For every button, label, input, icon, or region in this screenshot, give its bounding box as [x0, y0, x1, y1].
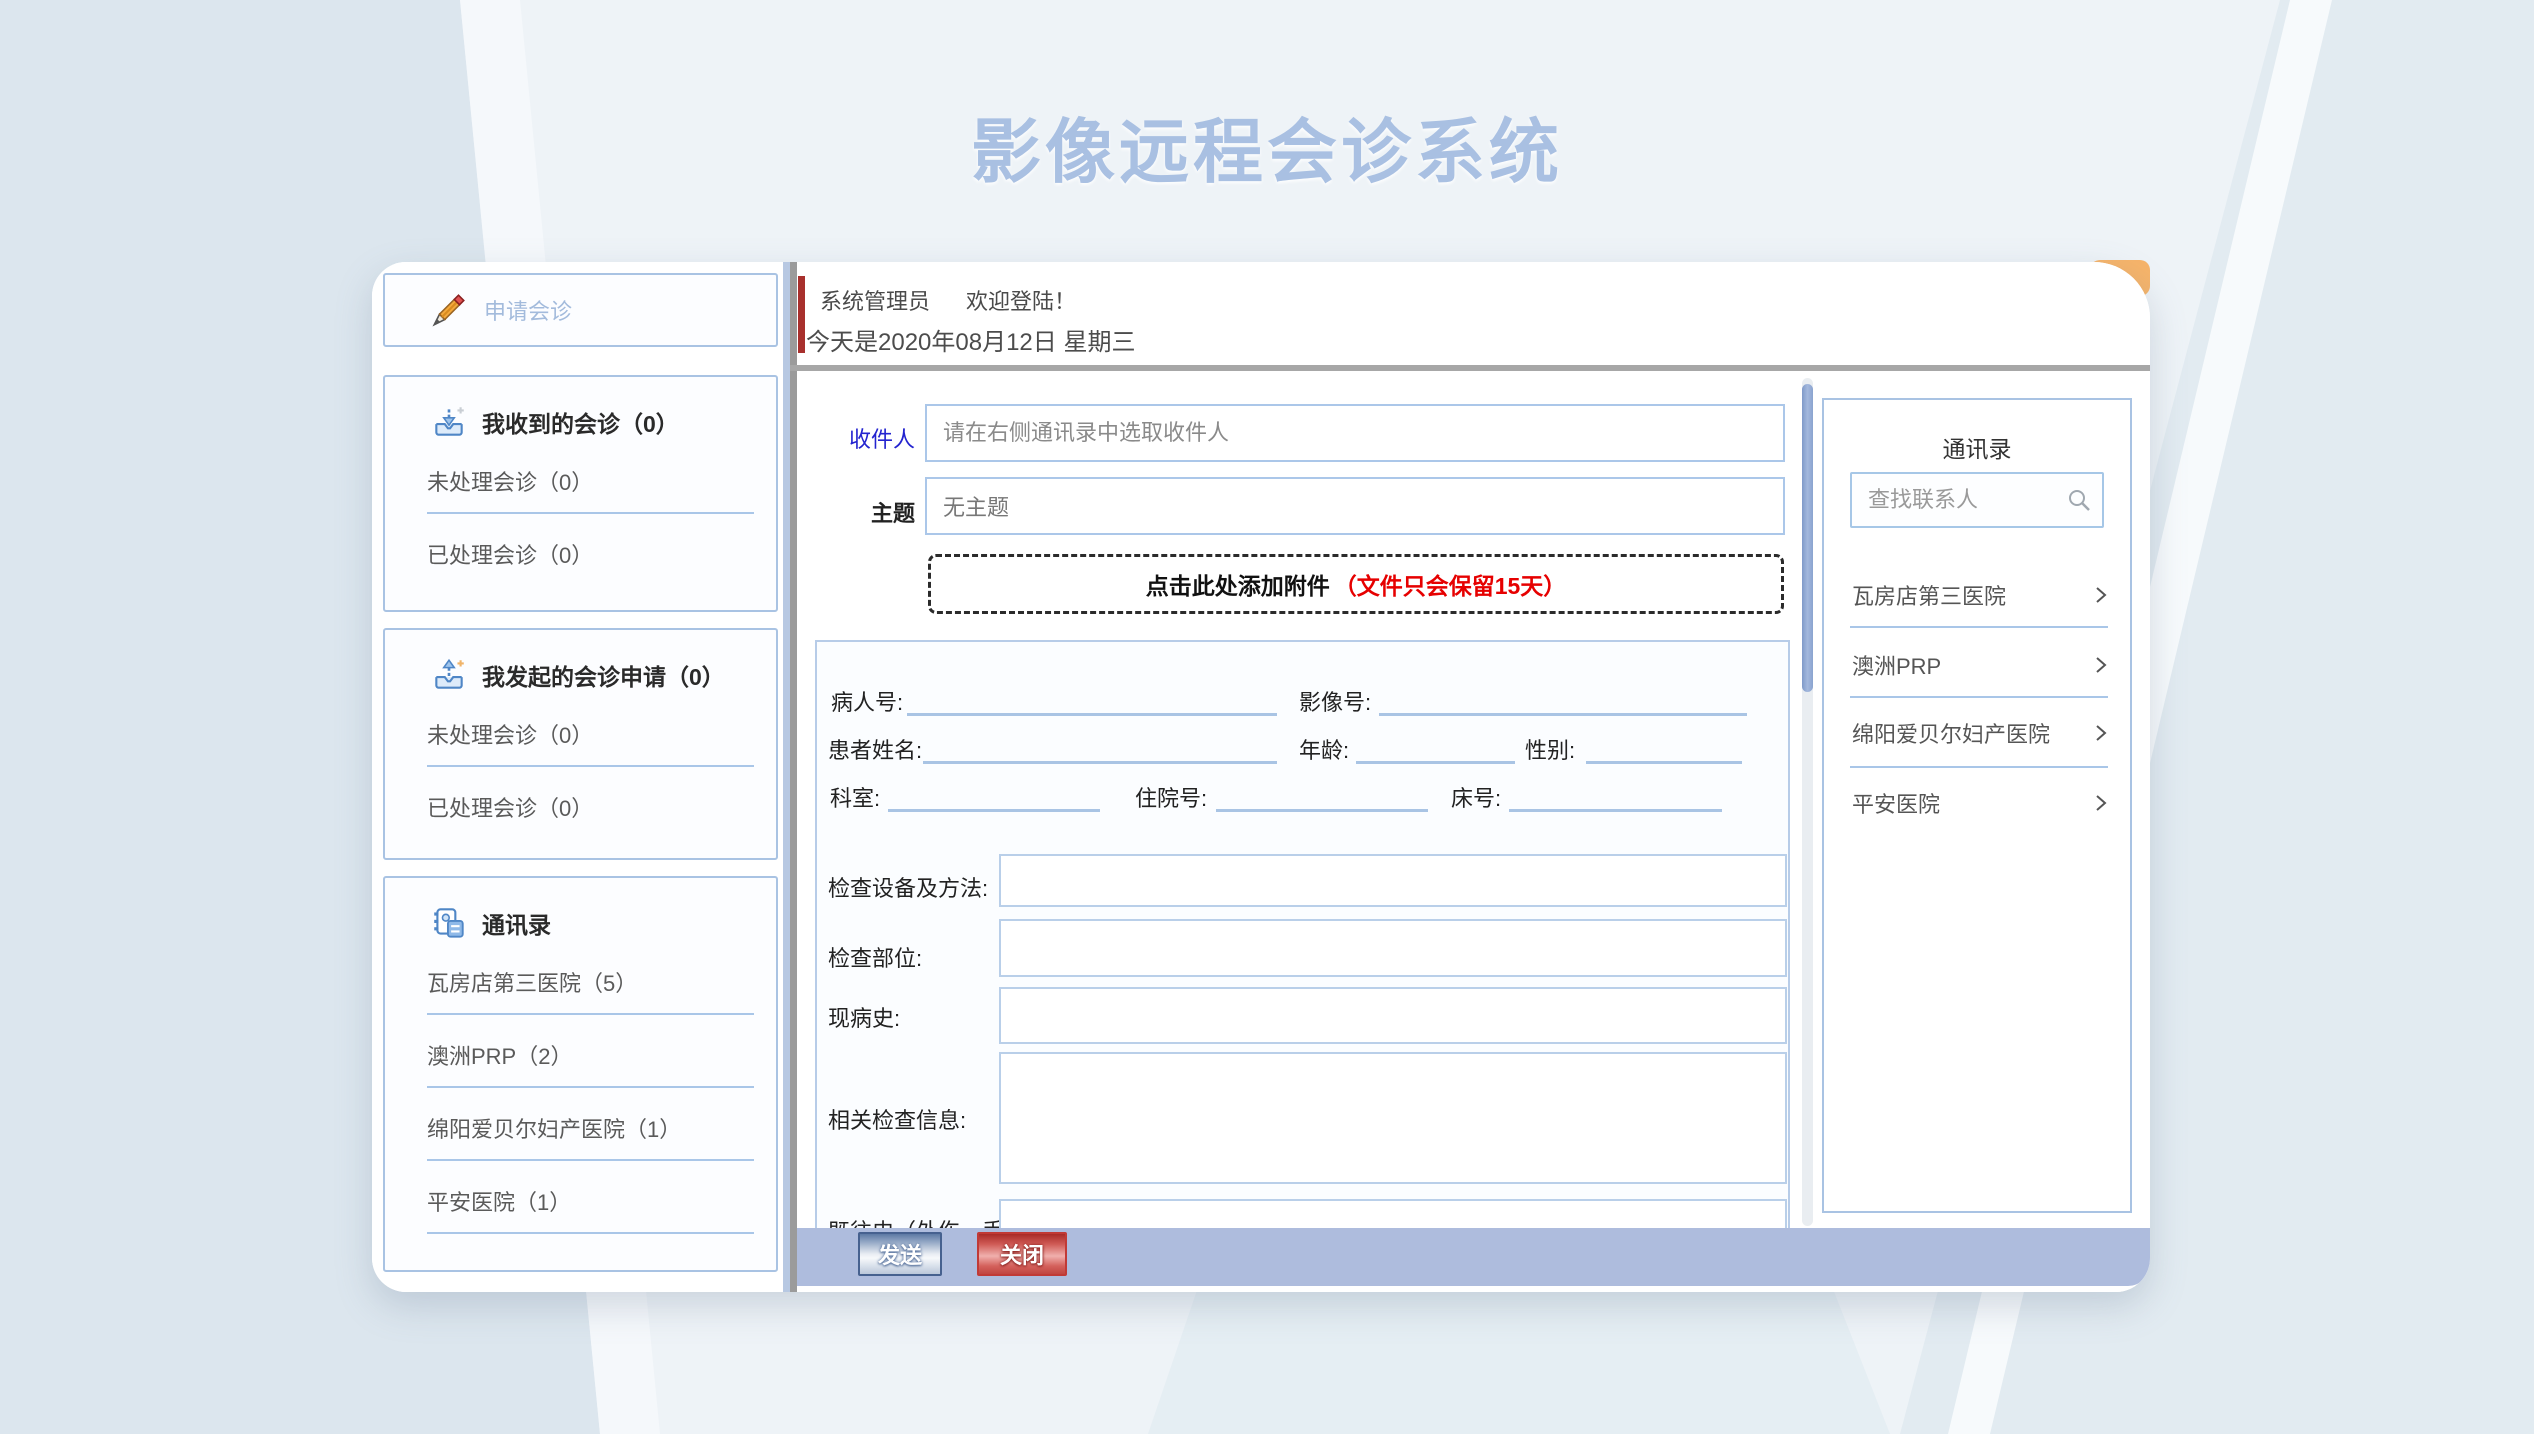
- recipient-input[interactable]: [925, 404, 1785, 462]
- contacts-section: 通讯录 瓦房店第三医院（5） 澳洲PRP（2） 绵阳爱贝尔妇产医院（1） 平安医…: [383, 876, 778, 1272]
- age-input[interactable]: [1356, 729, 1515, 764]
- desktop-background: 影像远程会诊系统 申请会诊: [0, 0, 2534, 1434]
- addressbook-title: 通讯录: [1824, 430, 2130, 464]
- addressbook-panel: 通讯录 瓦房店第三医院 澳洲PRP: [1822, 398, 2132, 1213]
- sidebar-item-apply-consultation[interactable]: 申请会诊: [383, 273, 778, 347]
- divider: [427, 1232, 754, 1234]
- patient-name-input[interactable]: [923, 729, 1277, 764]
- divider: [1850, 766, 2108, 768]
- inbox-download-icon: [430, 403, 468, 441]
- received-consultations-section: 我收到的会诊（0） 未处理会诊（0） 已处理会诊（0）: [383, 375, 778, 612]
- footer-bar: 发送 关闭: [797, 1228, 2150, 1286]
- date-line: 今天是2020年08月12日 星期三: [806, 322, 1135, 357]
- subject-label: 主题: [820, 496, 915, 528]
- search-icon: [2066, 487, 2092, 513]
- divider: [427, 1086, 754, 1088]
- exam-part-label: 检查部位:: [828, 941, 922, 973]
- sidebar-item-contacts[interactable]: 通讯录: [430, 904, 776, 942]
- sidebar-right-edge: [783, 262, 790, 1292]
- sidebar-item-received-consultations[interactable]: 我收到的会诊（0）: [430, 403, 776, 441]
- header-divider: [790, 365, 2150, 371]
- chevron-right-icon: [2094, 585, 2108, 605]
- main-panel: 系统管理员 欢迎登陆！ 今天是2020年08月12日 星期三 收件人 主题 点击此…: [790, 262, 2150, 1292]
- welcome-message: 欢迎登陆！: [966, 289, 1076, 314]
- related-info-textarea[interactable]: [999, 1052, 1787, 1184]
- received-header-label: 我收到的会诊（0）: [482, 405, 679, 439]
- hospital-name: 平安医院: [1852, 787, 1940, 819]
- sidebar-item-unhandled-initiated[interactable]: 未处理会诊（0）: [427, 718, 776, 750]
- sidebar-item-handled-initiated[interactable]: 已处理会诊（0）: [427, 791, 776, 823]
- send-button[interactable]: 发送: [858, 1232, 942, 1276]
- bed-no-input[interactable]: [1509, 777, 1722, 812]
- logged-in-user: 系统管理员: [820, 289, 930, 314]
- department-input[interactable]: [888, 777, 1100, 812]
- divider: [427, 1159, 754, 1161]
- addressbook-item-hospital-4[interactable]: 平安医院: [1852, 783, 2108, 823]
- admission-no-label: 住院号:: [1135, 781, 1207, 813]
- initiated-consultations-section: 我发起的会诊申请（0） 未处理会诊（0） 已处理会诊（0）: [383, 628, 778, 860]
- addressbook-item-hospital-3[interactable]: 绵阳爱贝尔妇产医院: [1852, 713, 2108, 753]
- sidebar: 申请会诊 我收到的会诊（0） 未处理会诊（0） 已处理会诊（0）: [372, 262, 783, 1292]
- sidebar-contact-hospital-1[interactable]: 瓦房店第三医院（5）: [427, 966, 776, 998]
- contact-search-input[interactable]: [1852, 474, 2102, 526]
- page-title: 影像远程会诊系统: [0, 96, 2534, 197]
- gender-input[interactable]: [1586, 729, 1742, 764]
- address-book-icon: [430, 904, 468, 942]
- patient-no-label: 病人号:: [831, 685, 903, 717]
- exam-part-textarea[interactable]: [999, 919, 1787, 977]
- pencil-icon: [430, 291, 468, 329]
- main-left-border: [790, 262, 797, 1292]
- hospital-name: 绵阳爱贝尔妇产医院: [1852, 717, 2050, 749]
- related-info-label: 相关检查信息:: [828, 1103, 966, 1135]
- chevron-right-icon: [2094, 793, 2108, 813]
- attachment-dropzone[interactable]: 点击此处添加附件 （文件只会保留15天）: [928, 554, 1784, 614]
- present-illness-label: 现病史:: [828, 1001, 900, 1033]
- attachment-retention-warning: （文件只会保留15天）: [1334, 567, 1567, 601]
- divider: [427, 765, 754, 767]
- divider: [427, 512, 754, 514]
- image-no-input[interactable]: [1379, 681, 1747, 716]
- apply-consultation-label: 申请会诊: [484, 294, 572, 326]
- device-method-label: 检查设备及方法:: [828, 871, 988, 903]
- sidebar-contact-hospital-4[interactable]: 平安医院（1）: [427, 1185, 776, 1217]
- present-illness-textarea[interactable]: [999, 987, 1787, 1044]
- welcome-line: 系统管理员 欢迎登陆！: [820, 284, 1076, 316]
- addressbook-item-hospital-1[interactable]: 瓦房店第三医院: [1852, 575, 2108, 615]
- chevron-right-icon: [2094, 655, 2108, 675]
- gender-label: 性别:: [1525, 733, 1575, 765]
- device-method-textarea[interactable]: [999, 854, 1787, 907]
- inbox-upload-icon: [430, 656, 468, 694]
- divider: [1850, 696, 2108, 698]
- form-scrollbar-thumb[interactable]: [1802, 384, 1813, 692]
- recipient-label: 收件人: [820, 422, 915, 454]
- divider: [427, 1013, 754, 1015]
- contacts-header-label: 通讯录: [482, 906, 551, 940]
- addressbook-item-hospital-2[interactable]: 澳洲PRP: [1852, 645, 2108, 685]
- image-no-label: 影像号:: [1299, 685, 1371, 717]
- department-label: 科室:: [830, 781, 880, 813]
- attachment-label: 点击此处添加附件: [1146, 567, 1330, 601]
- age-label: 年龄:: [1299, 733, 1349, 765]
- hospital-name: 瓦房店第三医院: [1852, 579, 2006, 611]
- patient-name-label: 患者姓名:: [828, 733, 922, 765]
- hospital-name: 澳洲PRP: [1852, 649, 1941, 681]
- app-window: 申请会诊 我收到的会诊（0） 未处理会诊（0） 已处理会诊（0）: [372, 262, 2150, 1292]
- sidebar-item-initiated-consultations[interactable]: 我发起的会诊申请（0）: [430, 656, 776, 694]
- bed-no-label: 床号:: [1451, 781, 1501, 813]
- form-scrollbar-track[interactable]: [1802, 378, 1813, 1226]
- patient-no-input[interactable]: [907, 681, 1277, 716]
- close-button[interactable]: 关闭: [977, 1232, 1067, 1276]
- admission-no-input[interactable]: [1216, 777, 1428, 812]
- header-accent-bar: [798, 276, 805, 353]
- patient-info-box: 病人号: 影像号: 患者姓名: 年龄: 性别: 科室: 住院号: 床号: 检查设…: [815, 640, 1790, 1240]
- initiated-header-label: 我发起的会诊申请（0）: [482, 658, 725, 692]
- chevron-right-icon: [2094, 723, 2108, 743]
- sidebar-contact-hospital-3[interactable]: 绵阳爱贝尔妇产医院（1）: [427, 1112, 776, 1144]
- contact-search-box: [1850, 472, 2104, 528]
- divider: [1850, 626, 2108, 628]
- sidebar-item-handled-received[interactable]: 已处理会诊（0）: [427, 538, 776, 570]
- sidebar-contact-hospital-2[interactable]: 澳洲PRP（2）: [427, 1039, 776, 1071]
- subject-input[interactable]: [925, 477, 1785, 535]
- sidebar-item-unhandled-received[interactable]: 未处理会诊（0）: [427, 465, 776, 497]
